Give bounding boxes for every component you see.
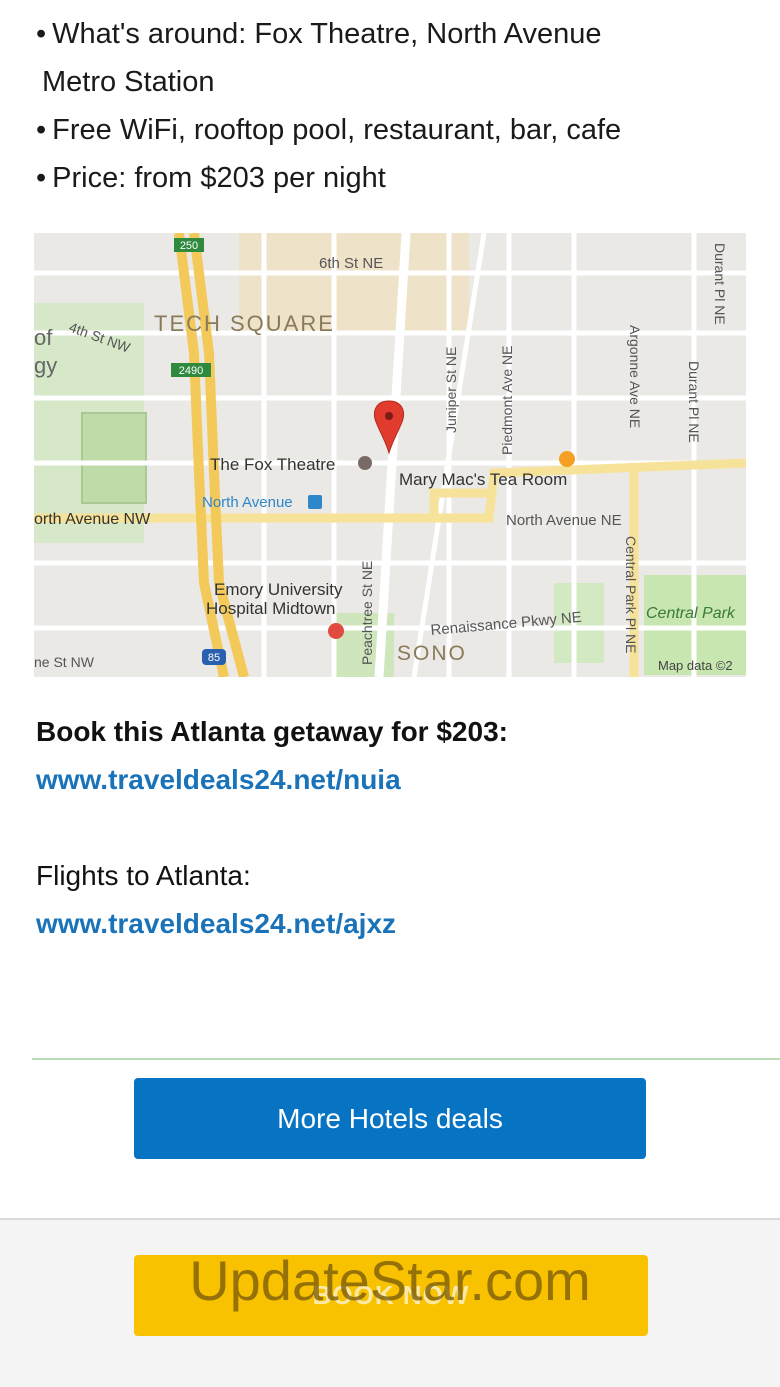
page: • What's around: Fox Theatre, North Avenu… bbox=[0, 0, 780, 1387]
location-map[interactable]: 250 2490 85 6th St NE 4th St NW of gy TE… bbox=[34, 233, 746, 677]
street-label: Argonne Ave NE bbox=[627, 325, 643, 428]
map-label: gy bbox=[34, 353, 57, 378]
street-label: North Avenue NE bbox=[506, 512, 622, 529]
svg-text:85: 85 bbox=[208, 652, 220, 664]
list-item: Metro Station bbox=[42, 66, 215, 98]
stadium bbox=[81, 412, 147, 504]
poi-label: Emory University bbox=[214, 580, 343, 599]
street-label: orth Avenue NW bbox=[34, 511, 151, 528]
map-attribution: Map data ©2 bbox=[658, 658, 733, 673]
street-label: Central Park Pl NE bbox=[623, 536, 639, 653]
map-label: of bbox=[34, 325, 53, 350]
section-divider bbox=[32, 1058, 780, 1060]
street-label: Durant Pl NE bbox=[712, 243, 728, 325]
list-item: • Price: from $203 per night bbox=[36, 162, 386, 194]
more-hotels-button[interactable]: More Hotels deals bbox=[134, 1078, 646, 1159]
street-label: Peachtree St NE bbox=[359, 561, 375, 665]
station-label: North Avenue bbox=[202, 494, 293, 511]
poi-label: Mary Mac's Tea Room bbox=[399, 470, 567, 489]
metro-station-icon bbox=[308, 495, 322, 509]
route-85-shield: 85 bbox=[202, 649, 226, 665]
svg-text:2490: 2490 bbox=[179, 365, 203, 377]
hotel-details-list: • What's around: Fox Theatre, North Avenu… bbox=[36, 10, 746, 202]
poi-label: Hospital Midtown bbox=[206, 599, 335, 618]
theatre-icon bbox=[358, 456, 372, 470]
route-2490-shield: 2490 bbox=[171, 363, 211, 377]
flights-link[interactable]: www.traveldeals24.net/ajxz bbox=[36, 908, 396, 940]
street-label: ne St NW bbox=[34, 654, 95, 670]
street-label: Durant Pl NE bbox=[686, 361, 702, 443]
book-heading: Book this Atlanta getaway for $203: bbox=[36, 716, 508, 747]
park-label: Central Park bbox=[646, 605, 736, 622]
flights-heading: Flights to Atlanta: bbox=[36, 860, 251, 891]
street-label: Juniper St NE bbox=[443, 347, 459, 433]
svg-text:250: 250 bbox=[180, 240, 198, 252]
neighborhood-label: TECH SQUARE bbox=[154, 311, 335, 336]
neighborhood-label: SONO bbox=[397, 642, 467, 665]
book-deal-link[interactable]: www.traveldeals24.net/nuia bbox=[36, 764, 401, 796]
restaurant-icon bbox=[559, 451, 575, 467]
list-item: • What's around: Fox Theatre, North Avenu… bbox=[36, 18, 602, 50]
street-label: Piedmont Ave NE bbox=[499, 346, 515, 455]
hospital-icon bbox=[328, 623, 344, 639]
street-label: 6th St NE bbox=[319, 255, 383, 272]
list-item: • Free WiFi, rooftop pool, restaurant, ba… bbox=[36, 114, 622, 146]
poi-label: The Fox Theatre bbox=[210, 455, 335, 474]
route-250-shield: 250 bbox=[174, 238, 204, 252]
book-now-button[interactable]: BOOK NOW bbox=[134, 1255, 648, 1336]
